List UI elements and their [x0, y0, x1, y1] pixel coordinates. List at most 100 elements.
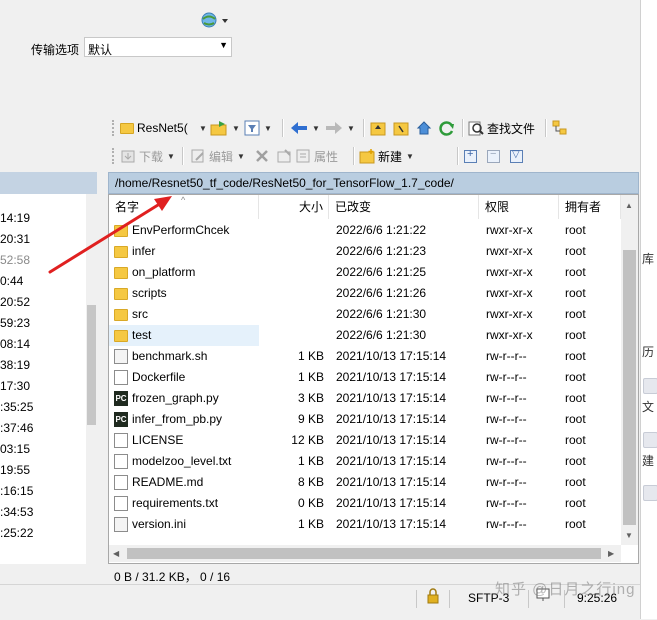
- column-permissions[interactable]: 权限: [479, 195, 559, 219]
- open-folder-button[interactable]: ▼: [210, 116, 240, 140]
- folder-icon: [114, 330, 128, 342]
- file-owner: root: [565, 286, 586, 300]
- find-files-button[interactable]: 查找文件: [468, 116, 535, 140]
- file-size: 8 KB: [297, 475, 324, 489]
- back-button[interactable]: ▼: [290, 116, 320, 140]
- file-row[interactable]: modelzoo_level.txt 1 KB 2021/10/13 17:15:1…: [109, 451, 621, 472]
- column-name[interactable]: 名字 ^: [109, 195, 259, 219]
- refresh-button[interactable]: [439, 116, 455, 140]
- file-modified: 2022/6/6 1:21:23: [336, 244, 427, 258]
- local-file-list[interactable]: 14:19 20:31 52:58 0:44 20:52 59:23 08:14 38:19 1…: [0, 194, 97, 564]
- properties-button[interactable]: 属性: [276, 144, 338, 168]
- folder-dropdown[interactable]: ResNet5( ▼: [120, 116, 207, 140]
- file-row[interactable]: on_platform 2022/6/6 1:21:25 rwxr-xr-x root: [109, 262, 621, 283]
- local-row-time[interactable]: 19:55: [0, 460, 30, 481]
- file-name: infer: [132, 244, 156, 258]
- column-size[interactable]: 大小: [259, 195, 329, 219]
- edit-button[interactable]: 编辑 ▼: [190, 144, 245, 168]
- file-row[interactable]: Dockerfile 1 KB 2021/10/13 17:15:14 rw-r--r…: [109, 367, 621, 388]
- file-row[interactable]: requirements.txt 0 KB 2021/10/13 17:15:14 r…: [109, 493, 621, 514]
- download-button[interactable]: 下载 ▼: [120, 144, 175, 168]
- text-file-icon: [114, 370, 128, 385]
- file-row[interactable]: infer 2022/6/6 1:21:23 rwxr-xr-x root: [109, 241, 621, 262]
- file-name: frozen_graph.py: [132, 391, 219, 405]
- file-permissions: rw-r--r--: [486, 370, 527, 384]
- filter-select-button[interactable]: ▽: [510, 144, 523, 168]
- file-row[interactable]: README.md 8 KB 2021/10/13 17:15:14 rw-r--r-…: [109, 472, 621, 493]
- file-permissions: rw-r--r--: [486, 391, 527, 405]
- root-dir-button[interactable]: [393, 116, 409, 140]
- local-row-time[interactable]: :25:22: [0, 523, 33, 544]
- local-path-bar[interactable]: [0, 172, 97, 194]
- file-row[interactable]: version.ini 1 KB 2021/10/13 17:15:14 rw-r--…: [109, 514, 621, 535]
- delete-button[interactable]: [254, 144, 270, 168]
- filter-button[interactable]: ▼: [244, 116, 272, 140]
- new-button[interactable]: 新建 ▼: [359, 144, 414, 168]
- parent-dir-button[interactable]: [370, 116, 386, 140]
- file-permissions: rwxr-xr-x: [486, 286, 533, 300]
- toolbar-grip[interactable]: [112, 120, 117, 136]
- local-row-time[interactable]: 38:19: [0, 355, 30, 376]
- scroll-up-icon[interactable]: ▲: [625, 201, 633, 210]
- select-all-button[interactable]: +: [464, 144, 477, 168]
- deselect-button[interactable]: −: [487, 144, 500, 168]
- scroll-down-icon[interactable]: ▼: [625, 531, 633, 540]
- file-permissions: rwxr-xr-x: [486, 328, 533, 342]
- remote-hscroll-thumb[interactable]: [127, 548, 601, 559]
- local-row-time[interactable]: 03:15: [0, 439, 30, 460]
- file-row[interactable]: benchmark.sh 1 KB 2021/10/13 17:15:14 rw-r-…: [109, 346, 621, 367]
- home-button[interactable]: [416, 116, 432, 140]
- edit-label: 编辑: [209, 149, 234, 164]
- transfer-options-select[interactable]: 默认 ▼: [84, 37, 232, 57]
- toolbar-separator: [282, 119, 284, 137]
- local-row-time[interactable]: :16:15: [0, 481, 33, 502]
- local-row-time[interactable]: 20:52: [0, 292, 30, 313]
- file-row[interactable]: test 2022/6/6 1:21:30 rwxr-xr-x root: [109, 325, 621, 346]
- file-row[interactable]: scripts 2022/6/6 1:21:26 rwxr-xr-x root: [109, 283, 621, 304]
- download-label: 下载: [139, 149, 164, 164]
- pycharm-file-icon: PC: [114, 391, 128, 406]
- local-row-time[interactable]: :35:25: [0, 397, 33, 418]
- local-scrollbar-thumb[interactable]: [87, 305, 96, 425]
- toolbar-grip[interactable]: [112, 148, 117, 164]
- panel-splitter[interactable]: [98, 112, 108, 582]
- file-modified: 2021/10/13 17:15:14: [336, 517, 447, 531]
- pycharm-file-icon: PC: [114, 412, 128, 427]
- local-row-time[interactable]: 0:44: [0, 271, 23, 292]
- remote-path-bar[interactable]: /home/Resnet50_tf_code/ResNet50_for_Tens…: [108, 172, 639, 194]
- file-size: 9 KB: [297, 412, 324, 426]
- file-name: requirements.txt: [132, 496, 219, 510]
- watermark: 知乎 @日月之行ing: [495, 581, 636, 598]
- file-permissions: rw-r--r--: [486, 496, 527, 510]
- remote-vscroll-thumb[interactable]: [623, 250, 636, 525]
- scroll-left-icon[interactable]: ◀: [113, 549, 119, 558]
- local-row-time[interactable]: 14:19: [0, 208, 30, 229]
- file-row[interactable]: LICENSE 12 KB 2021/10/13 17:15:14 rw-r--r--…: [109, 430, 621, 451]
- local-row-time[interactable]: 20:31: [0, 229, 30, 250]
- file-row[interactable]: EnvPerformChcek 2022/6/6 1:21:22 rwxr-xr-x…: [109, 220, 621, 241]
- file-permissions: rwxr-xr-x: [486, 223, 533, 237]
- file-modified: 2022/6/6 1:21:25: [336, 265, 427, 279]
- local-row-time[interactable]: 59:23: [0, 313, 30, 334]
- scroll-right-icon[interactable]: ▶: [608, 549, 614, 558]
- file-owner: root: [565, 265, 586, 279]
- globe-button[interactable]: [196, 10, 230, 30]
- local-row-time[interactable]: 52:58: [0, 250, 30, 271]
- column-modified[interactable]: 已改变: [329, 195, 479, 219]
- local-row-time[interactable]: :34:53: [0, 502, 33, 523]
- file-size: [244, 262, 324, 283]
- column-owner[interactable]: 拥有者: [559, 195, 621, 219]
- file-row[interactable]: PC frozen_graph.py 3 KB 2021/10/13 17:15:14…: [109, 388, 621, 409]
- file-row[interactable]: PC infer_from_pb.py 9 KB 2021/10/13 17:15:1…: [109, 409, 621, 430]
- local-row-time[interactable]: 08:14: [0, 334, 30, 355]
- local-row-time[interactable]: 17:30: [0, 376, 30, 397]
- status-separator: [416, 590, 417, 608]
- local-row-time[interactable]: :37:46: [0, 418, 33, 439]
- file-size: 1 KB: [297, 454, 324, 468]
- file-name: scripts: [132, 286, 167, 300]
- folder-icon: [114, 225, 128, 237]
- tree-view-button[interactable]: [552, 116, 568, 140]
- forward-button[interactable]: ▼: [325, 116, 355, 140]
- file-row[interactable]: src 2022/6/6 1:21:30 rwxr-xr-x root: [109, 304, 621, 325]
- strip-chip-icon: [643, 378, 657, 394]
